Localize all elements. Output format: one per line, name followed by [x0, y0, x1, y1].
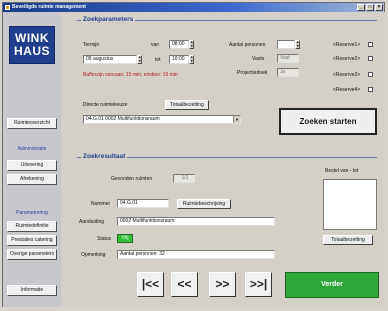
termijn-label: Termijn [83, 42, 100, 48]
app-icon [5, 5, 10, 10]
sidebar: WINK HAUS Ruimteoverzicht Administratie U… [3, 12, 61, 307]
gevonden-label: Gevonden ruimten [111, 176, 153, 182]
reserve4-checkbox[interactable] [368, 87, 373, 92]
next-record-button[interactable]: >> [209, 272, 236, 297]
totaalbezetting-button-top[interactable]: Totaalbezetting [165, 100, 209, 110]
room-select[interactable]: 04.G.01 0002 Multifunktionsraum ▼ [83, 115, 241, 124]
reserve3-label: <Reserve3> [333, 72, 361, 78]
search-section-title: Zoekparameters [81, 16, 136, 23]
reserve2-label: <Reserve2> [333, 56, 361, 62]
tot-time-spinner[interactable]: ▲ ▼ [189, 55, 194, 64]
chevron-down-icon[interactable]: ▼ [233, 116, 240, 123]
aantal-personen-spinner[interactable]: ▲ ▼ [295, 40, 300, 49]
ruimteoverzicht-button[interactable]: Ruimteoverzicht [7, 118, 57, 129]
van-time-spinner[interactable]: ▲ ▼ [189, 40, 194, 49]
room-select-value: 04.G.01 0002 Multifunktionsraum [86, 116, 160, 122]
gevonden-value: 1/1 [173, 174, 195, 183]
aantal-personen-label: Aantal personen [229, 42, 266, 48]
nummer-field[interactable]: 04.G.01 [117, 199, 169, 208]
directe-ruimtekeuze-label: Directe ruimtekeuze [83, 102, 128, 108]
nummer-label: Nummer [91, 201, 111, 207]
date-spinner[interactable]: ▲ ▼ [137, 55, 142, 64]
tot-time-field[interactable]: 16:00 [169, 55, 189, 64]
minimize-button[interactable]: _ [357, 4, 365, 11]
title-bar: Beveiligde ruimte management _ □ × [3, 3, 384, 12]
projectiedoek-select[interactable]: Ja [277, 68, 299, 77]
informatie-button[interactable]: Informatie [7, 285, 57, 296]
aanduiding-label: Aanduiding [79, 219, 105, 225]
zoeken-starten-button[interactable]: Zoeken starten [279, 108, 377, 135]
van-label: van [151, 42, 160, 48]
vaste-select[interactable]: Vast [277, 54, 299, 63]
reserve4-label: <Reserve4> [333, 87, 361, 93]
status-badge: Vrij [117, 234, 133, 243]
date-field[interactable]: 09 augustus [83, 55, 137, 64]
maximize-button[interactable]: □ [366, 4, 374, 11]
opmerking-field[interactable]: Aantal personen: 32 [117, 250, 275, 259]
winkhaus-logo: WINK HAUS [9, 26, 55, 64]
main-panel: Zoekparameters Termijn 09 augustus ▲ ▼ va… [61, 12, 385, 307]
reserve1-checkbox[interactable] [368, 42, 373, 47]
app-window: Beveiligde ruimte management _ □ × WINK H… [2, 2, 385, 307]
ruimtebeschrijving-button[interactable]: Ruimtebeschrijving [177, 199, 231, 209]
overige-parameters-button[interactable]: Overige parameters [7, 249, 57, 260]
prestaties-catering-button[interactable]: Prestaties catering [7, 235, 57, 246]
uitvoering-button[interactable]: Uitvoering [7, 160, 57, 171]
window-controls: _ □ × [357, 4, 383, 11]
previous-record-button[interactable]: << [171, 272, 198, 297]
reserve2-checkbox[interactable] [368, 56, 373, 61]
totaalbezetting-button-bottom[interactable]: Totaalbezetting [323, 235, 373, 245]
status-label: Status [97, 236, 112, 242]
aantal-personen-field[interactable] [277, 40, 295, 49]
first-record-button[interactable]: |<< [137, 272, 164, 297]
reserve3-checkbox[interactable] [368, 72, 373, 77]
parametrering-heading: Parametrering [16, 210, 48, 216]
ruimtedefinitie-button[interactable]: Ruimtedefinitie [7, 221, 57, 232]
reserve1-label: <Reserve1> [333, 42, 361, 48]
last-record-button[interactable]: >>| [245, 272, 272, 297]
tot-label: tot [155, 57, 161, 63]
opmerking-label: Opmerking [81, 252, 106, 258]
vaste-label: Vaste [252, 56, 265, 62]
buffer-warning: Bufferzijn vooraan: 15 min; eindien: 15 … [83, 72, 178, 78]
bestel-label: Bestel van - tot [325, 168, 359, 174]
aanduiding-field[interactable]: 0002 Multifunktionsraum [117, 217, 275, 226]
afrekening-button[interactable]: Afrekening [7, 174, 57, 185]
result-section-title: Zoekresultaat [81, 153, 128, 160]
administratie-heading: Administratie [17, 146, 47, 152]
van-time-field[interactable]: 08:00 [169, 40, 189, 49]
bestel-preview [323, 179, 377, 230]
window-title: Beveiligde ruimte management [12, 4, 86, 10]
close-button[interactable]: × [375, 4, 383, 11]
verder-button[interactable]: Verder [285, 272, 379, 298]
projectiedoek-label: Projectiedoek [237, 70, 268, 76]
